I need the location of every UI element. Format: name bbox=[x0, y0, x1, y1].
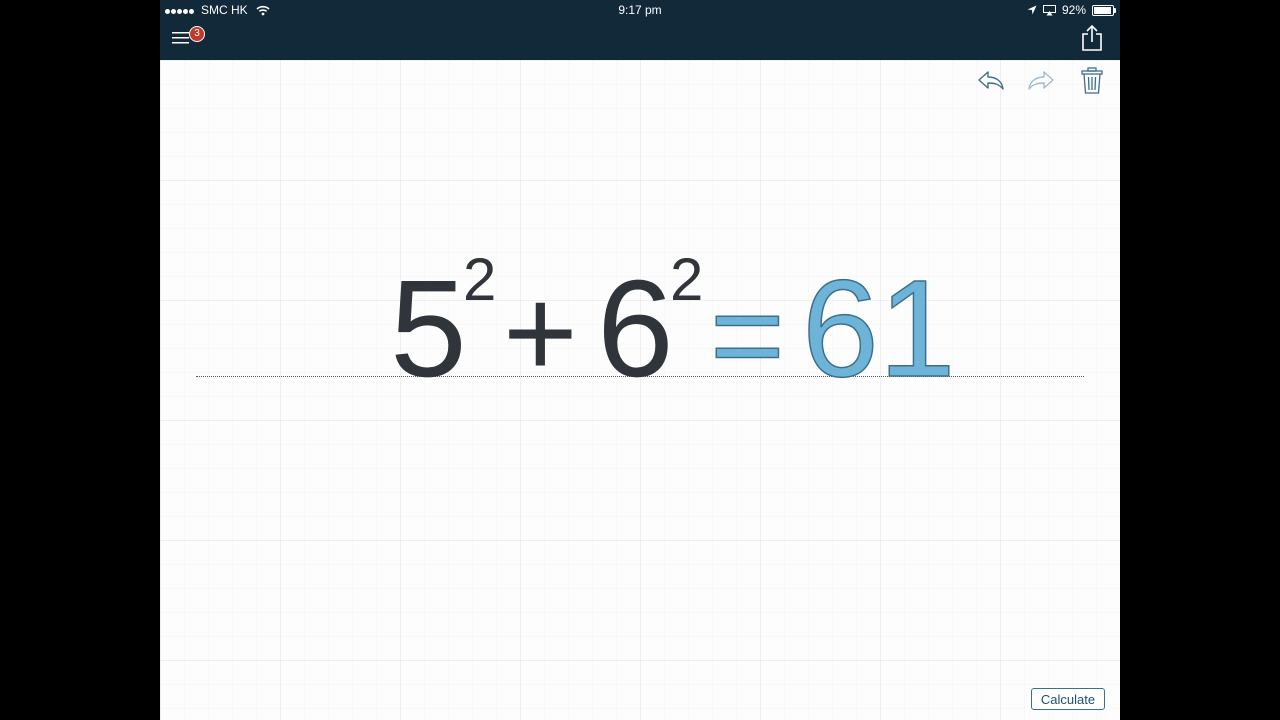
app-screen: SMC HK 9:17 pm 92% 3 5 2 + 6 2 = 61 Calc… bbox=[160, 0, 1120, 720]
equation-equals-sign: = bbox=[709, 264, 785, 407]
status-right: 92% bbox=[1027, 0, 1116, 20]
equation-term2-exponent: 2 bbox=[670, 246, 704, 313]
airplay-icon bbox=[1042, 4, 1056, 15]
equation-term1-base: 5 bbox=[390, 252, 467, 406]
battery-percentage: 92% bbox=[1061, 3, 1086, 17]
battery-icon bbox=[1092, 4, 1116, 16]
menu-button[interactable]: 3 bbox=[172, 26, 206, 50]
share-button[interactable] bbox=[1080, 24, 1104, 52]
share-icon bbox=[1082, 24, 1102, 51]
undo-icon bbox=[978, 71, 1004, 90]
status-bar: SMC HK 9:17 pm 92% bbox=[160, 0, 1120, 20]
redo-button[interactable] bbox=[1026, 68, 1056, 94]
equation-plus-operator: + bbox=[503, 262, 578, 405]
status-time: 9:17 pm bbox=[618, 3, 662, 17]
calculate-button[interactable]: Calculate bbox=[1031, 688, 1105, 710]
location-arrow-icon bbox=[1027, 5, 1037, 15]
top-navigation-bar: SMC HK 9:17 pm 92% 3 bbox=[160, 0, 1120, 60]
battery-fill bbox=[1094, 6, 1111, 14]
notification-badge: 3 bbox=[189, 26, 205, 42]
equation[interactable]: 5 2 + 6 2 = 61 bbox=[390, 246, 956, 401]
trash-icon bbox=[1081, 67, 1103, 94]
equation-result: 61 bbox=[801, 252, 956, 406]
undo-button[interactable] bbox=[976, 68, 1006, 94]
equation-term1-exponent: 2 bbox=[463, 246, 497, 313]
equation-term2-base: 6 bbox=[597, 252, 674, 406]
redo-icon bbox=[1028, 71, 1054, 90]
trash-button[interactable] bbox=[1080, 66, 1104, 96]
